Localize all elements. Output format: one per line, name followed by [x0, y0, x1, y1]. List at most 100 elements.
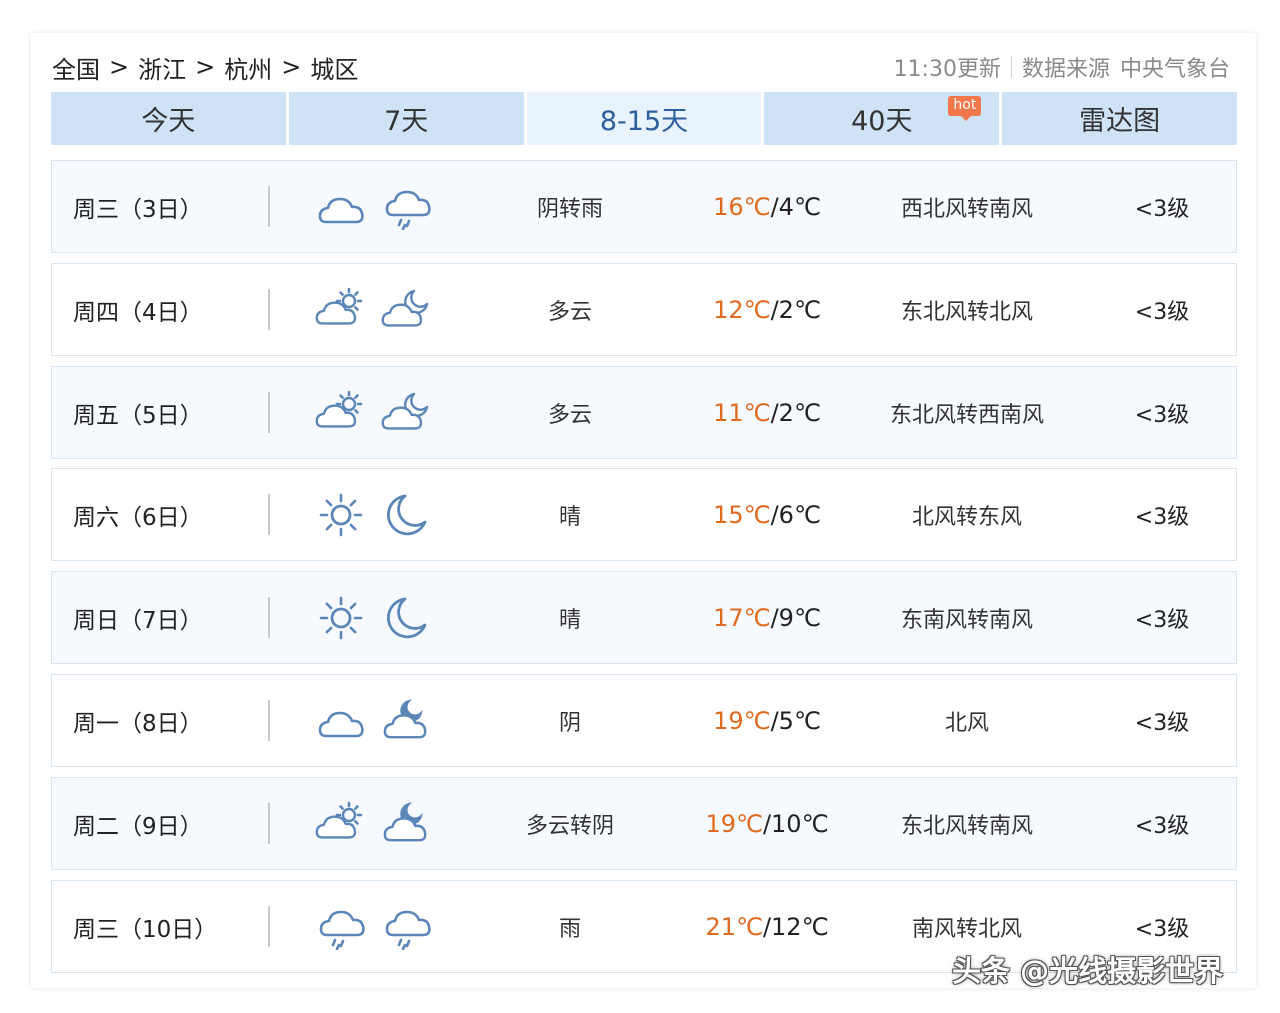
weather-icons	[315, 675, 435, 766]
moon-icon	[387, 494, 427, 535]
weather-text: 雨	[558, 916, 581, 942]
row-divider	[268, 186, 270, 227]
tab-label: 8-15天	[599, 106, 689, 137]
day-label: 周三（3日）	[73, 196, 203, 223]
cloudy-icon	[318, 197, 364, 223]
row-divider	[268, 289, 270, 330]
row-divider	[268, 906, 270, 947]
partly-cloudy-day-icon	[315, 801, 363, 839]
update-info: 11:30更新 数据来源 中央气象台	[894, 51, 1230, 83]
day-label: 周日（7日）	[73, 607, 203, 634]
rain-icon	[319, 910, 365, 950]
sun-icon	[319, 493, 363, 536]
tab-label: 7天	[384, 106, 429, 137]
temperature: 16℃/4℃	[662, 161, 872, 252]
wind-level: <3级	[1134, 196, 1190, 222]
watermark: 头条 @光线摄影世界	[952, 954, 1224, 988]
temperature: 19℃/10℃	[662, 778, 872, 869]
weather-icons	[315, 778, 435, 869]
day-label: 周一（8日）	[73, 710, 203, 737]
wind-direction: 东南风转南风	[900, 607, 1033, 633]
rain-icon	[385, 190, 431, 230]
forecast-row: 周二（9日） 多云转阴 19℃/10℃ 东北风转南风 <3级	[51, 777, 1237, 870]
rain-icon	[385, 910, 431, 950]
tab-label: 40天	[851, 106, 913, 137]
breadcrumb-separator: >	[281, 53, 302, 81]
day-label: 周二（9日）	[73, 813, 203, 840]
weather-icons	[315, 469, 435, 560]
weather-text: 晴	[558, 607, 581, 633]
partly-cloudy-night-icon	[381, 392, 429, 430]
breadcrumb-item-city[interactable]: 杭州	[224, 50, 272, 85]
tab-radar[interactable]: 雷达图	[1002, 92, 1237, 145]
low-temp: /5℃	[770, 706, 821, 735]
wind-direction: 北风	[944, 710, 989, 736]
high-temp: 19℃	[713, 706, 771, 735]
high-temp: 12℃	[713, 295, 771, 324]
low-temp: /6℃	[770, 500, 821, 529]
forecast-tabs: 今天 7天 8-15天 40天 hot 雷达图	[51, 92, 1237, 145]
weather-text: 阴转雨	[536, 196, 603, 222]
wind-level: <3级	[1134, 299, 1190, 325]
wind-direction: 东北风转西南风	[889, 402, 1044, 428]
day-label: 周六（6日）	[73, 504, 203, 531]
wind-direction: 北风转东风	[911, 504, 1022, 530]
low-temp: /2℃	[770, 398, 821, 427]
high-temp: 21℃	[705, 912, 763, 941]
breadcrumb-separator: >	[109, 53, 130, 81]
forecast-row: 周日（7日） 晴 17℃/9℃ 东南风转南风 <3级	[51, 571, 1237, 664]
weather-icons	[315, 881, 435, 972]
tab-7-days[interactable]: 7天	[288, 92, 524, 145]
temperature: 11℃/2℃	[662, 367, 872, 458]
forecast-row: 周一（8日） 阴 19℃/5℃ 北风 <3级	[51, 674, 1237, 767]
temperature: 21℃/12℃	[662, 881, 872, 972]
tab-40-days[interactable]: 40天 hot	[764, 92, 1000, 145]
moon-icon	[387, 597, 427, 638]
low-temp: /4℃	[770, 192, 821, 221]
low-temp: /10℃	[762, 809, 829, 838]
temperature: 19℃/5℃	[662, 675, 872, 766]
forecast-row: 周五（5日） 多云 11℃/2℃ 东北风转西南风 <3级	[51, 366, 1237, 459]
high-temp: 17℃	[713, 603, 771, 632]
wind-direction: 西北风转南风	[900, 196, 1033, 222]
wind-level: <3级	[1134, 504, 1190, 530]
weather-text: 多云	[547, 299, 592, 325]
forecast-row: 周四（4日） 多云 12℃/2℃ 东北风转北风 <3级	[51, 263, 1237, 356]
weather-text: 晴	[558, 504, 581, 530]
tab-8-15-days[interactable]: 8-15天	[526, 92, 762, 145]
update-time: 11:30更新	[893, 57, 1001, 82]
wind-level: <3级	[1134, 607, 1190, 633]
temperature: 17℃/9℃	[662, 572, 872, 663]
breadcrumb-separator: >	[195, 53, 216, 81]
hot-badge: hot	[948, 96, 982, 121]
high-temp: 11℃	[713, 398, 771, 427]
breadcrumb-item-country[interactable]: 全国	[52, 50, 100, 85]
wind-direction: 东北风转北风	[900, 299, 1033, 325]
high-temp: 19℃	[705, 809, 763, 838]
breadcrumb: 全国 > 浙江 > 杭州 > 城区	[52, 50, 358, 85]
low-temp: /2℃	[770, 295, 821, 324]
partly-cloudy-night-icon	[381, 289, 429, 327]
row-divider	[268, 494, 270, 535]
tab-label: 雷达图	[1079, 106, 1161, 137]
source-label: 数据来源	[1021, 57, 1110, 82]
tab-today[interactable]: 今天	[51, 92, 286, 145]
partly-cloudy-day-icon	[315, 390, 363, 428]
partly-cloudy-day-icon	[315, 287, 363, 325]
day-label: 周三（10日）	[73, 916, 218, 943]
tab-label: 今天	[141, 106, 196, 137]
source-name: 中央气象台	[1119, 57, 1230, 82]
weather-text: 多云转阴	[525, 813, 614, 839]
day-label: 周四（4日）	[73, 299, 203, 326]
cloudy-night-icon	[383, 698, 427, 738]
row-divider	[268, 597, 270, 638]
temperature: 12℃/2℃	[662, 264, 872, 355]
wind-level: <3级	[1134, 402, 1190, 428]
row-divider	[268, 803, 270, 844]
wind-direction: 东北风转南风	[900, 813, 1033, 839]
low-temp: /12℃	[762, 912, 829, 941]
wind-level: <3级	[1134, 710, 1190, 736]
breadcrumb-item-province[interactable]: 浙江	[138, 50, 186, 85]
high-temp: 15℃	[713, 500, 771, 529]
weather-icons	[315, 367, 435, 458]
